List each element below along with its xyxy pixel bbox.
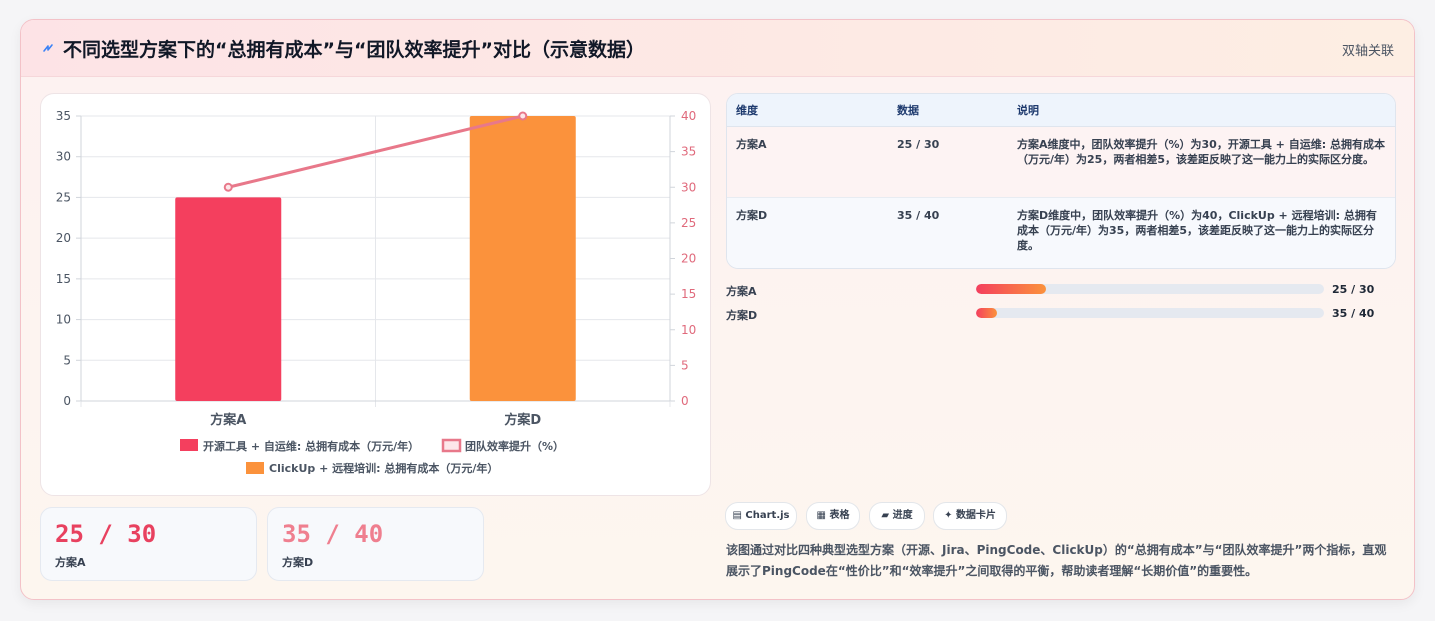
- column-header-dimension: 维度: [727, 94, 888, 127]
- cell-description: 方案A维度中，团队效率提升（%）为30，开源工具 + 自运维: 总拥有成本（万元…: [1008, 126, 1395, 198]
- progress-fill: [976, 308, 997, 318]
- y-left-tick-label: 15: [56, 272, 71, 286]
- table-row: 方案D 35 / 40 方案D维度中，团队效率提升（%）为40，ClickUp …: [727, 197, 1395, 268]
- panel-header: 不同选型方案下的“总拥有成本”与“团队效率提升”对比（示意数据） 双轴关联: [21, 20, 1414, 77]
- table-icon: ▦: [816, 510, 826, 521]
- table-row: 方案A 25 / 30 方案A维度中，团队效率提升（%）为30，开源工具 + 自…: [727, 126, 1395, 198]
- stat-label: 方案A: [55, 556, 86, 569]
- y-right-tick-label: 25: [681, 216, 696, 230]
- y-left-tick-label: 5: [63, 353, 71, 367]
- progress-value: 25 / 30: [1332, 283, 1375, 296]
- y-right-tick-label: 5: [681, 358, 689, 372]
- y-right-tick-label: 40: [681, 109, 696, 123]
- cell-dimension: 方案D: [727, 197, 888, 268]
- table-header-row: 维度 数据 说明: [727, 94, 1395, 127]
- progress-value: 35 / 40: [1332, 307, 1375, 320]
- stat-label: 方案D: [282, 556, 314, 569]
- stat-card-a: 25 / 30 方案A: [40, 507, 257, 581]
- panel: 不同选型方案下的“总拥有成本”与“团队效率提升”对比（示意数据） 双轴关联 0 5…: [20, 19, 1415, 600]
- y-left-tick-label: 20: [56, 231, 71, 245]
- chart-card: 0 5 10 15 20 25 30 35 0 5 10 15 20 25 30 35 40 方案A 方案D 开源工具…: [40, 93, 711, 496]
- y-right-tick-label: 30: [681, 180, 696, 194]
- data-table: 维度 数据 说明 方案A 25 / 30 方案A维度中，团队效率提升（%）为30…: [727, 94, 1395, 268]
- stat-value: 35 / 40: [282, 520, 384, 548]
- chip-chartjs[interactable]: ▤ Chart.js: [725, 502, 797, 530]
- chip-label: 表格: [829, 510, 850, 521]
- line-point: [223, 182, 233, 192]
- y-left-tick-label: 10: [56, 313, 71, 327]
- progress-track: [976, 284, 1324, 294]
- legend-swatch: [246, 462, 264, 474]
- cell-data: 25 / 30: [888, 126, 1008, 198]
- y-right-tick-label: 0: [681, 394, 689, 408]
- chart-icon: ▤: [732, 510, 742, 521]
- y-right-tick-label: 10: [681, 323, 696, 337]
- chip-progress[interactable]: ▰ 进度: [869, 502, 925, 530]
- legend-swatch: [180, 439, 198, 451]
- y-right-tick-label: 20: [681, 252, 696, 266]
- progress-label: 方案D: [726, 309, 758, 322]
- cell-description: 方案D维度中，团队效率提升（%）为40，ClickUp + 远程培训: 总拥有成…: [1008, 197, 1395, 268]
- y-left-tick-label: 25: [56, 190, 71, 204]
- dual-axis-badge: 双轴关联: [1341, 44, 1394, 59]
- y-right-tick-label: 35: [681, 145, 696, 159]
- column-header-description: 说明: [1008, 94, 1395, 127]
- y-left-tick-label: 30: [56, 150, 71, 164]
- sparkle-icon: ✦: [944, 510, 953, 521]
- line-point: [518, 111, 528, 121]
- x-tick-label: 方案A: [210, 412, 246, 428]
- page-title: 不同选型方案下的“总拥有成本”与“团队效率提升”对比（示意数据）: [63, 39, 645, 61]
- progress-row-a: 方案A 25 / 30: [726, 281, 1394, 301]
- stat-value: 25 / 30: [55, 520, 157, 548]
- cell-dimension: 方案A: [727, 126, 888, 198]
- progress-track: [976, 308, 1324, 318]
- chip-data-cards[interactable]: ✦ 数据卡片: [933, 502, 1007, 530]
- y-right-tick-label: 15: [681, 287, 696, 301]
- y-left-tick-label: 0: [63, 394, 71, 408]
- chip-label: 进度: [892, 510, 913, 521]
- chip-table[interactable]: ▦ 表格: [806, 502, 860, 530]
- legend-label: 团队效率提升（%）: [465, 439, 564, 453]
- chip-label: 数据卡片: [955, 510, 996, 521]
- cell-data: 35 / 40: [888, 197, 1008, 268]
- chart-description: 该图通过对比四种典型选型方案（开源、Jira、PingCode、ClickUp）…: [726, 543, 1387, 578]
- legend-label: ClickUp + 远程培训: 总拥有成本（万元/年）: [269, 461, 498, 475]
- bar: [469, 116, 576, 401]
- dual-axis-chart: 0 5 10 15 20 25 30 35 0 5 10 15 20 25 30 35 40 方案A 方案D 开源工具…: [56, 109, 697, 475]
- legend-swatch: [441, 438, 462, 453]
- chip-label: Chart.js: [745, 510, 790, 521]
- bar: [175, 197, 282, 401]
- progress-row-d: 方案D 35 / 40: [726, 305, 1394, 325]
- lightning-bolt-icon: [43, 44, 53, 52]
- data-table-card: 维度 数据 说明 方案A 25 / 30 方案A维度中，团队效率提升（%）为30…: [726, 93, 1396, 269]
- progress-label: 方案A: [726, 285, 757, 298]
- x-tick-label: 方案D: [504, 412, 541, 428]
- progress-fill: [976, 284, 1046, 294]
- stat-card-d: 35 / 40 方案D: [267, 507, 484, 581]
- legend-label: 开源工具 + 自运维: 总拥有成本（万元/年）: [203, 439, 419, 453]
- column-header-data: 数据: [888, 94, 1008, 127]
- y-left-tick-label: 35: [56, 109, 71, 123]
- folder-icon: ▰: [881, 510, 890, 521]
